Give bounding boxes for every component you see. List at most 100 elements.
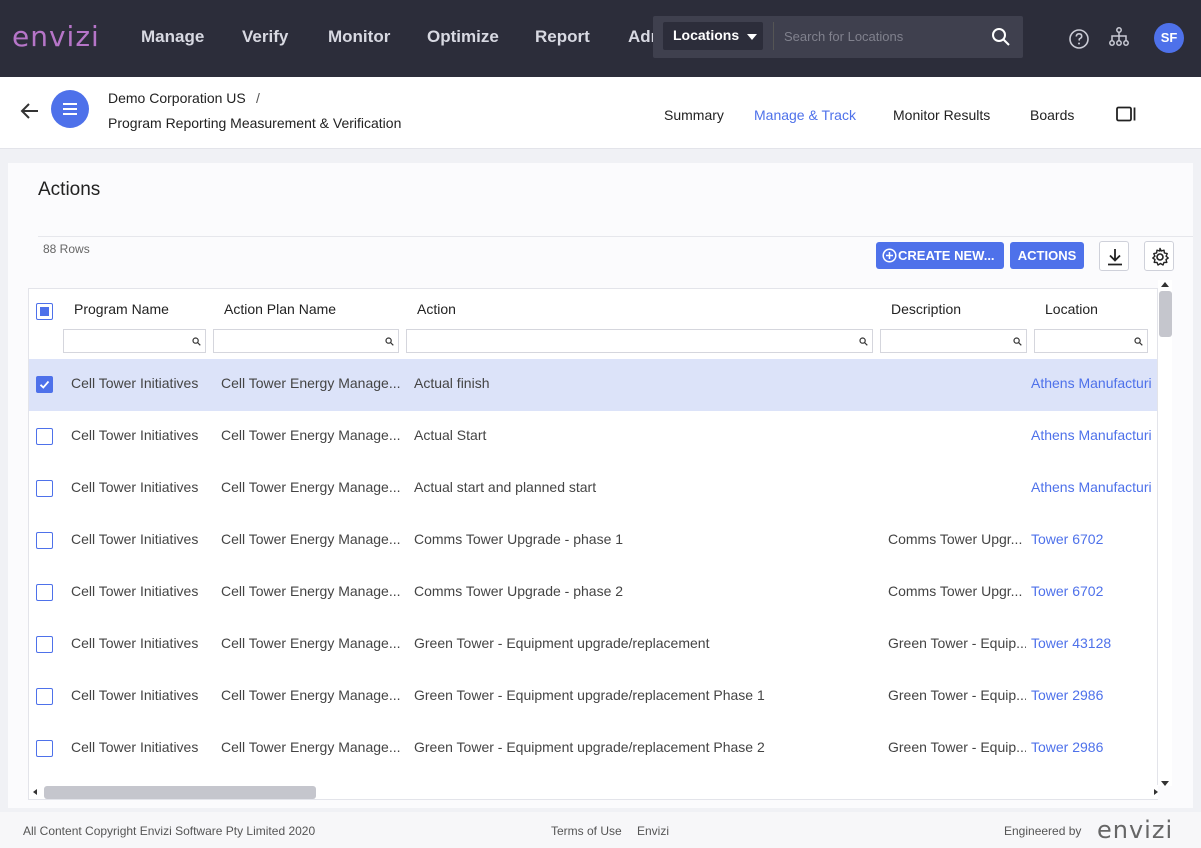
table-row[interactable]: Cell Tower Initiatives Cell Tower Energy … xyxy=(29,567,1157,619)
row-checkbox[interactable] xyxy=(36,428,53,445)
cell-location[interactable]: Tower 43128 xyxy=(1031,635,1157,651)
row-checkbox[interactable] xyxy=(36,740,53,757)
create-new-button[interactable]: CREATE NEW... xyxy=(876,242,1004,269)
cell-program-name: Cell Tower Initiatives xyxy=(71,635,199,651)
nav-manage[interactable]: Manage xyxy=(141,27,204,47)
table-row[interactable]: Cell Tower Initiatives Cell Tower Energy … xyxy=(29,463,1157,515)
menu-icon xyxy=(63,103,77,105)
search-icon[interactable] xyxy=(991,27,1011,47)
cell-description: Green Tower - Equip... xyxy=(888,739,1026,755)
terms-of-use-link[interactable]: Terms of Use xyxy=(551,824,622,838)
download-icon xyxy=(1108,249,1122,266)
search-icon xyxy=(385,337,394,346)
menu-button[interactable] xyxy=(51,90,89,128)
user-avatar[interactable]: SF xyxy=(1154,23,1184,53)
side-panel-icon[interactable] xyxy=(1116,106,1136,122)
table-row[interactable]: Cell Tower Initiatives Cell Tower Energy … xyxy=(29,359,1157,411)
column-header-description[interactable]: Description xyxy=(891,301,961,317)
row-checkbox[interactable] xyxy=(36,688,53,705)
search-scope-select[interactable]: Locations xyxy=(663,22,763,50)
cell-location[interactable]: Tower 2986 xyxy=(1031,739,1157,755)
tab-manage-track[interactable]: Manage & Track xyxy=(754,107,856,123)
caret-down-icon xyxy=(747,34,757,40)
filter-action-plan-name[interactable] xyxy=(213,329,399,353)
filter-location[interactable] xyxy=(1034,329,1148,353)
help-icon[interactable] xyxy=(1068,28,1090,50)
envizi-link[interactable]: Envizi xyxy=(637,824,669,838)
actions-table: Program Name Action Plan Name Action Des… xyxy=(28,288,1158,800)
vertical-scrollbar[interactable] xyxy=(1158,280,1172,786)
search-icon xyxy=(192,337,201,346)
search-input[interactable] xyxy=(773,22,978,50)
cell-location[interactable]: Athens Manufacturi xyxy=(1031,375,1157,391)
breadcrumb-organization[interactable]: Demo Corporation US xyxy=(108,90,246,106)
sub-header: Demo Corporation US / Program Reporting … xyxy=(0,77,1201,149)
row-checkbox[interactable] xyxy=(36,532,53,549)
cell-location[interactable]: Tower 6702 xyxy=(1031,583,1157,599)
filter-action[interactable] xyxy=(406,329,873,353)
cell-program-name: Cell Tower Initiatives xyxy=(71,427,199,443)
filter-description[interactable] xyxy=(880,329,1027,353)
nav-verify[interactable]: Verify xyxy=(242,27,288,47)
column-header-program-name[interactable]: Program Name xyxy=(74,301,169,317)
global-search: Locations xyxy=(653,16,1023,58)
scroll-down-icon[interactable] xyxy=(1161,781,1169,786)
plus-circle-icon xyxy=(882,248,897,263)
scroll-right-icon[interactable] xyxy=(1154,789,1158,795)
back-arrow-icon[interactable] xyxy=(18,99,42,123)
actions-card: Actions 88 Rows CREATE NEW... ACTIONS Pr… xyxy=(8,163,1193,808)
cell-action: Green Tower - Equipment upgrade/replacem… xyxy=(414,635,710,651)
breadcrumb-program: Program Reporting Measurement & Verifica… xyxy=(108,115,402,131)
tab-monitor-results[interactable]: Monitor Results xyxy=(893,107,990,123)
tab-boards[interactable]: Boards xyxy=(1030,107,1074,123)
cell-location[interactable]: Athens Manufacturi xyxy=(1031,427,1157,443)
cell-action: Comms Tower Upgrade - phase 1 xyxy=(414,531,624,547)
row-checkbox[interactable] xyxy=(36,636,53,653)
nav-monitor[interactable]: Monitor xyxy=(328,27,390,47)
column-header-location[interactable]: Location xyxy=(1045,301,1098,317)
cell-location[interactable]: Tower 6702 xyxy=(1031,531,1157,547)
settings-button[interactable] xyxy=(1144,241,1174,271)
search-icon xyxy=(1134,337,1143,346)
engineered-by-text: Engineered by xyxy=(1004,824,1082,838)
download-button[interactable] xyxy=(1099,241,1129,271)
cell-location[interactable]: Tower 2986 xyxy=(1031,687,1157,703)
nav-optimize[interactable]: Optimize xyxy=(427,27,499,47)
table-row[interactable]: Cell Tower Initiatives Cell Tower Energy … xyxy=(29,619,1157,671)
copyright-text: All Content Copyright Envizi Software Pt… xyxy=(23,824,316,838)
select-all-checkbox[interactable] xyxy=(36,303,53,320)
cell-action-plan-name: Cell Tower Energy Manage... xyxy=(221,635,401,651)
cell-action: Comms Tower Upgrade - phase 2 xyxy=(414,583,624,599)
column-header-action-plan-name[interactable]: Action Plan Name xyxy=(224,301,336,317)
hierarchy-icon[interactable] xyxy=(1108,26,1130,48)
row-checkbox[interactable] xyxy=(36,584,53,601)
scroll-up-icon[interactable] xyxy=(1161,282,1169,287)
cell-action: Actual Start xyxy=(414,427,487,443)
cell-action-plan-name: Cell Tower Energy Manage... xyxy=(221,531,401,547)
actions-button[interactable]: ACTIONS xyxy=(1010,242,1084,269)
table-row[interactable]: Cell Tower Initiatives Cell Tower Energy … xyxy=(29,671,1157,723)
cell-description: Comms Tower Upgr... xyxy=(888,531,1023,547)
filter-program-name[interactable] xyxy=(63,329,206,353)
cell-location[interactable]: Athens Manufacturi xyxy=(1031,479,1157,495)
horizontal-scroll-thumb[interactable] xyxy=(44,786,316,799)
table-row[interactable]: Cell Tower Initiatives Cell Tower Energy … xyxy=(29,723,1157,775)
nav-report[interactable]: Report xyxy=(535,27,590,47)
divider xyxy=(38,236,1193,237)
table-row[interactable]: Cell Tower Initiatives Cell Tower Energy … xyxy=(29,411,1157,463)
footer-envizi-logo: envizi xyxy=(1097,816,1174,844)
table-row[interactable]: Cell Tower Initiatives Cell Tower Energy … xyxy=(29,515,1157,567)
scroll-left-icon[interactable] xyxy=(33,789,37,795)
cell-program-name: Cell Tower Initiatives xyxy=(71,687,199,703)
rows-count: 88 Rows xyxy=(43,242,90,256)
row-checkbox[interactable] xyxy=(36,480,53,497)
horizontal-scrollbar[interactable] xyxy=(30,785,1158,799)
cell-program-name: Cell Tower Initiatives xyxy=(71,375,199,391)
column-header-action[interactable]: Action xyxy=(417,301,456,317)
cell-action-plan-name: Cell Tower Energy Manage... xyxy=(221,427,401,443)
envizi-logo[interactable]: envizi xyxy=(12,20,100,53)
tab-summary[interactable]: Summary xyxy=(664,107,724,123)
row-checkbox[interactable] xyxy=(36,376,53,393)
vertical-scroll-thumb[interactable] xyxy=(1159,291,1172,337)
top-nav: envizi Manage Verify Monitor Optimize Re… xyxy=(0,0,1201,77)
